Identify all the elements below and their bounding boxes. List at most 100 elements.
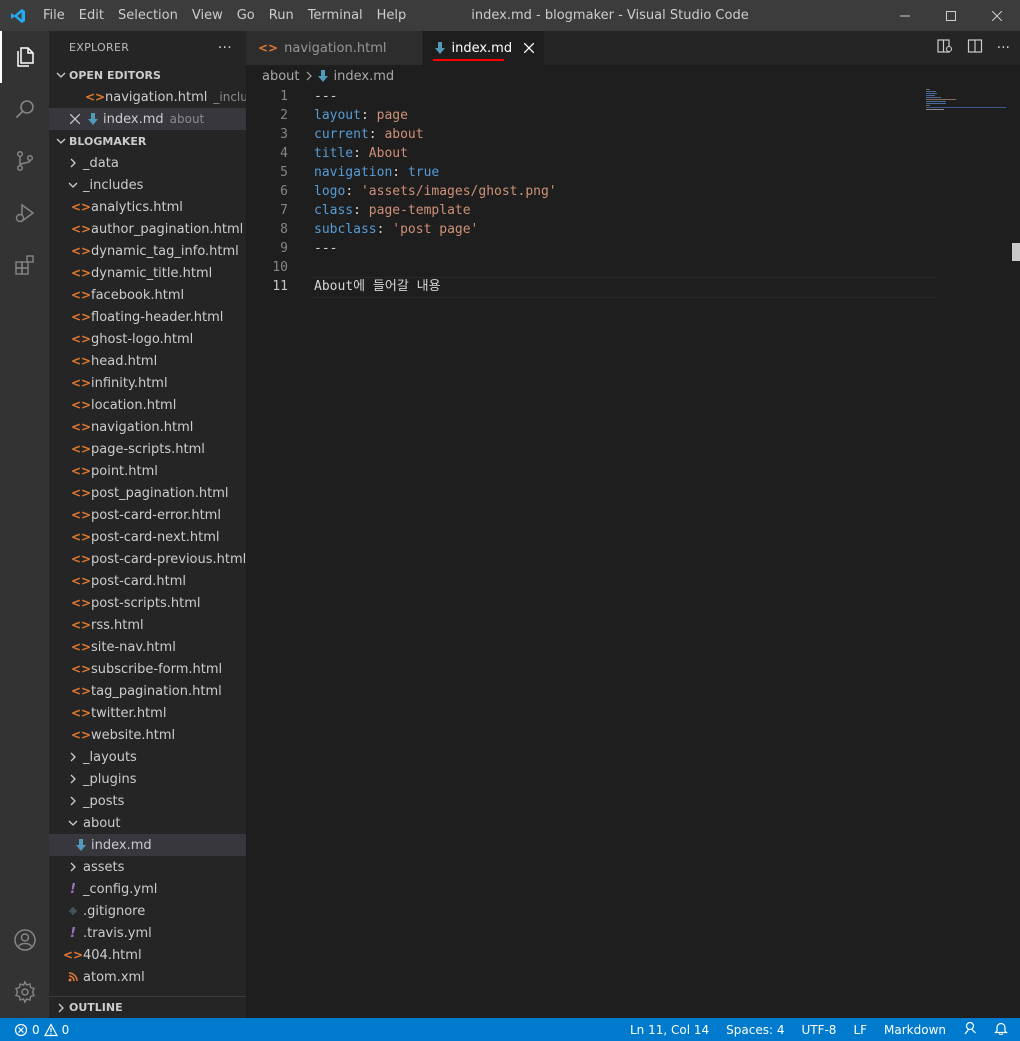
outline-header[interactable]: OUTLINE [49, 996, 246, 1018]
breadcrumb-file[interactable]: index.md [334, 69, 395, 84]
explorer-header: EXPLORER ··· [49, 31, 246, 64]
notifications-button[interactable] [994, 1021, 1008, 1038]
folder-assets[interactable]: assets [49, 856, 246, 878]
file-include-item[interactable]: <> infinity.html [49, 372, 246, 394]
open-editor-item[interactable]: index.md about [49, 108, 246, 130]
menu-edit[interactable]: Edit [72, 0, 111, 31]
activity-accounts[interactable] [0, 914, 49, 966]
menu-file[interactable]: File [36, 0, 72, 31]
file-include-item[interactable]: <> navigation.html [49, 416, 246, 438]
file-about-index[interactable]: index.md [49, 834, 246, 856]
end-of-line[interactable]: LF [853, 1023, 867, 1037]
editor-more-button[interactable]: ··· [997, 40, 1010, 56]
html-file-icon: <> [70, 618, 92, 632]
file-atom[interactable]: atom.xml [49, 966, 246, 988]
html-file-icon: <> [70, 398, 92, 412]
html-file-icon: <> [70, 464, 92, 478]
file-include-item[interactable]: <> head.html [49, 350, 246, 372]
file-include-item[interactable]: <> post-card.html [49, 570, 246, 592]
close-window-button[interactable] [974, 0, 1020, 31]
indentation[interactable]: Spaces: 4 [726, 1023, 784, 1037]
file-gitignore[interactable]: .gitignore [49, 900, 246, 922]
file-include-item[interactable]: <> page-scripts.html [49, 438, 246, 460]
file-include-item[interactable]: <> subscribe-form.html [49, 658, 246, 680]
open-editors-header[interactable]: OPEN EDITORS [49, 64, 246, 86]
folder-layouts[interactable]: _layouts [49, 746, 246, 768]
problems-indicator[interactable]: 0 0 [0, 1023, 69, 1037]
open-editor-item[interactable]: <> navigation.html _includ... [49, 86, 246, 108]
file-include-item[interactable]: <> point.html [49, 460, 246, 482]
activity-search[interactable] [0, 83, 49, 135]
file-include-item[interactable]: <> post_pagination.html [49, 482, 246, 504]
file-include-item[interactable]: <> location.html [49, 394, 246, 416]
vertical-scrollbar[interactable] [1012, 243, 1020, 261]
folder-about[interactable]: about [49, 812, 246, 834]
code-editor[interactable]: 1 --- 2 layout: page 3 current: about 4 … [246, 87, 936, 298]
minimap-slider [926, 107, 1006, 108]
window-title: index.md - blogmaker - Visual Studio Cod… [471, 8, 749, 23]
file-include-item[interactable]: <> website.html [49, 724, 246, 746]
folder-data[interactable]: _data [49, 152, 246, 174]
file-include-item[interactable]: <> dynamic_title.html [49, 262, 246, 284]
close-editor-icon[interactable] [67, 108, 83, 130]
html-file-icon: <> [70, 310, 92, 324]
encoding[interactable]: UTF-8 [801, 1023, 836, 1037]
html-file-icon: <> [62, 948, 84, 962]
file-include-item[interactable]: <> site-nav.html [49, 636, 246, 658]
tab-index-md[interactable]: index.md [423, 31, 546, 65]
cursor-position[interactable]: Ln 11, Col 14 [630, 1023, 709, 1037]
source-control-icon [16, 150, 33, 172]
chevron-down-icon [53, 136, 69, 146]
breadcrumb-folder[interactable]: about [262, 69, 300, 84]
split-editor-icon [967, 39, 982, 53]
file-include-item[interactable]: <> analytics.html [49, 196, 246, 218]
menu-go[interactable]: Go [230, 0, 262, 31]
split-editor-button[interactable] [967, 38, 983, 58]
code-line: 4 title: About [280, 146, 408, 161]
file-include-item[interactable]: <> rss.html [49, 614, 246, 636]
language-mode[interactable]: Markdown [884, 1023, 946, 1037]
html-file-icon: <> [84, 90, 106, 104]
project-header[interactable]: BLOGMAKER [49, 130, 246, 152]
file-include-item[interactable]: <> tag_pagination.html [49, 680, 246, 702]
file-404[interactable]: <> 404.html [49, 944, 246, 966]
menu-terminal[interactable]: Terminal [301, 0, 370, 31]
tab-highlight-underline [433, 59, 505, 61]
file-include-item[interactable]: <> post-card-next.html [49, 526, 246, 548]
file-include-item[interactable]: <> post-card-error.html [49, 504, 246, 526]
open-preview-side-button[interactable] [937, 38, 953, 58]
minimize-button[interactable] [882, 0, 928, 31]
tab-navigation-html[interactable]: <> navigation.html [246, 31, 424, 65]
file-include-item[interactable]: <> post-scripts.html [49, 592, 246, 614]
activity-manage[interactable] [0, 966, 49, 1018]
close-tab-icon[interactable] [524, 43, 535, 53]
file-include-item[interactable]: <> facebook.html [49, 284, 246, 306]
more-actions-button[interactable]: ··· [218, 40, 232, 56]
file-include-item[interactable]: <> dynamic_tag_info.html [49, 240, 246, 262]
folder-posts[interactable]: _posts [49, 790, 246, 812]
folder-plugins[interactable]: _plugins [49, 768, 246, 790]
menu-view[interactable]: View [185, 0, 230, 31]
activity-run-debug[interactable] [0, 187, 49, 239]
menu-run[interactable]: Run [262, 0, 301, 31]
maximize-button[interactable] [928, 0, 974, 31]
minimap[interactable] [926, 87, 1006, 147]
file-config[interactable]: ! _config.yml [49, 878, 246, 900]
folder-includes[interactable]: _includes [49, 174, 246, 196]
html-file-icon: <> [70, 420, 92, 434]
file-include-item[interactable]: <> author_pagination.html [49, 218, 246, 240]
file-include-item[interactable]: <> twitter.html [49, 702, 246, 724]
file-include-item[interactable]: <> floating-header.html [49, 306, 246, 328]
file-travis[interactable]: ! .travis.yml [49, 922, 246, 944]
markdown-file-icon [85, 108, 101, 130]
activity-explorer[interactable] [0, 31, 49, 83]
activity-extensions[interactable] [0, 239, 49, 291]
activity-source-control[interactable] [0, 135, 49, 187]
warning-icon [43, 1022, 58, 1036]
feedback-button[interactable] [963, 1021, 977, 1038]
file-include-item[interactable]: <> ghost-logo.html [49, 328, 246, 350]
html-file-icon: <> [70, 706, 92, 720]
file-include-item[interactable]: <> post-card-previous.html [49, 548, 246, 570]
menu-selection[interactable]: Selection [111, 0, 185, 31]
current-code-line: 11 About에 들어갈 내용 [246, 277, 936, 298]
